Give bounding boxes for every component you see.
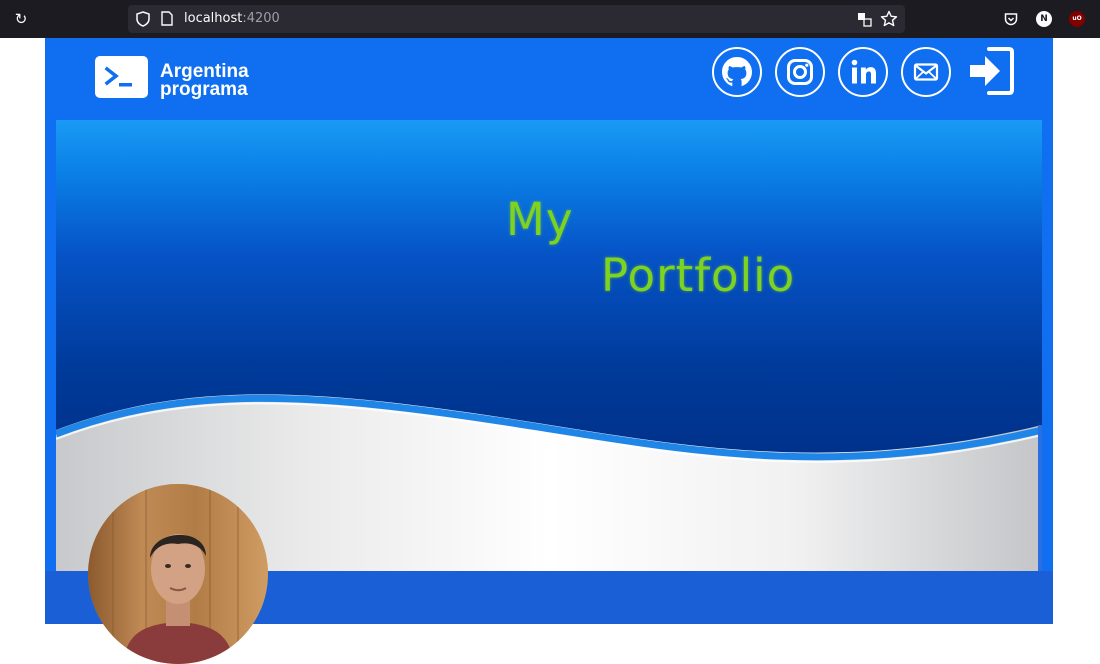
url-host: localhost [184, 11, 243, 26]
linkedin-icon[interactable] [838, 47, 888, 97]
banner-title-line-2: Portfolio [601, 249, 796, 302]
page-container: Argentina programa My Portfolio [45, 38, 1053, 664]
url-port: :4200 [242, 11, 280, 26]
instagram-icon[interactable] [775, 47, 825, 97]
terminal-logo-icon[interactable] [95, 56, 148, 98]
reload-icon[interactable]: ↻ [12, 10, 30, 28]
logo-text[interactable]: Argentina programa [160, 62, 249, 100]
page-icon [161, 11, 173, 26]
translate-icon[interactable] [857, 12, 872, 27]
bookmark-star-icon[interactable] [880, 10, 898, 28]
url-text[interactable]: localhost:4200 [184, 11, 280, 27]
logo-line-2: programa [160, 79, 248, 100]
browser-toolbar: ↻ localhost:4200 N uO [0, 0, 1100, 38]
mail-icon[interactable] [901, 47, 951, 97]
site-header: Argentina programa [45, 38, 1053, 120]
ublock-icon[interactable]: uO [1069, 11, 1085, 27]
profile-avatar[interactable]: N [1036, 11, 1052, 27]
pocket-icon[interactable] [1004, 12, 1018, 26]
address-bar[interactable]: localhost:4200 [128, 5, 905, 33]
login-icon[interactable] [967, 45, 1015, 97]
github-icon[interactable] [712, 47, 762, 97]
profile-photo[interactable] [88, 484, 268, 664]
banner-title-line-1: My [506, 193, 574, 246]
shield-icon[interactable] [136, 11, 150, 27]
